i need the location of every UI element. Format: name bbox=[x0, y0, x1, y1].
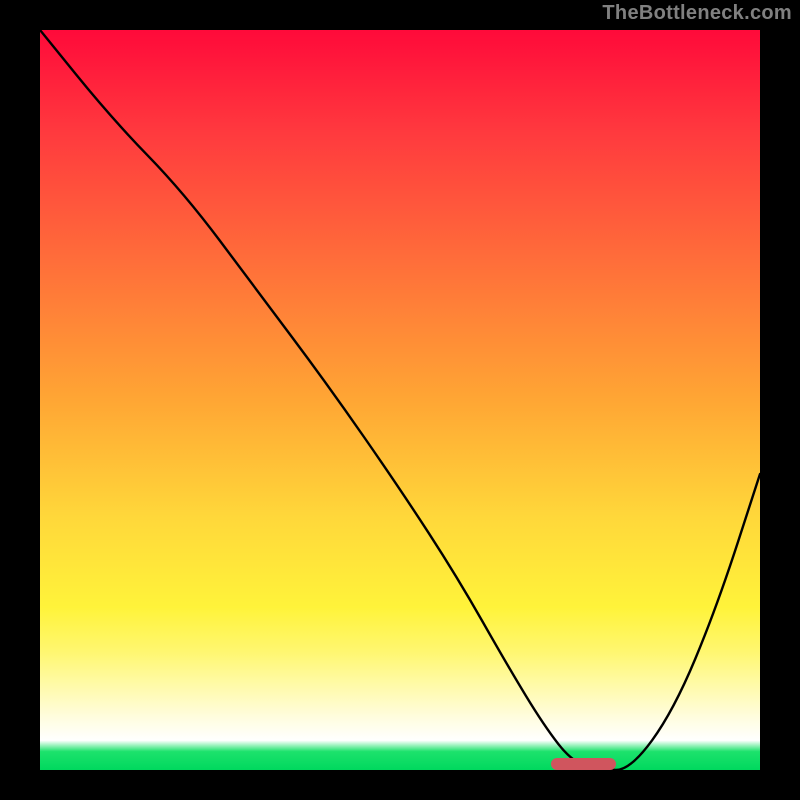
curve-path bbox=[40, 30, 760, 770]
page-root: TheBottleneck.com bbox=[0, 0, 800, 800]
bottleneck-curve bbox=[40, 30, 760, 770]
chart-plot-area bbox=[40, 30, 760, 770]
optimal-range-marker bbox=[551, 758, 616, 770]
watermark-text: TheBottleneck.com bbox=[602, 2, 792, 25]
